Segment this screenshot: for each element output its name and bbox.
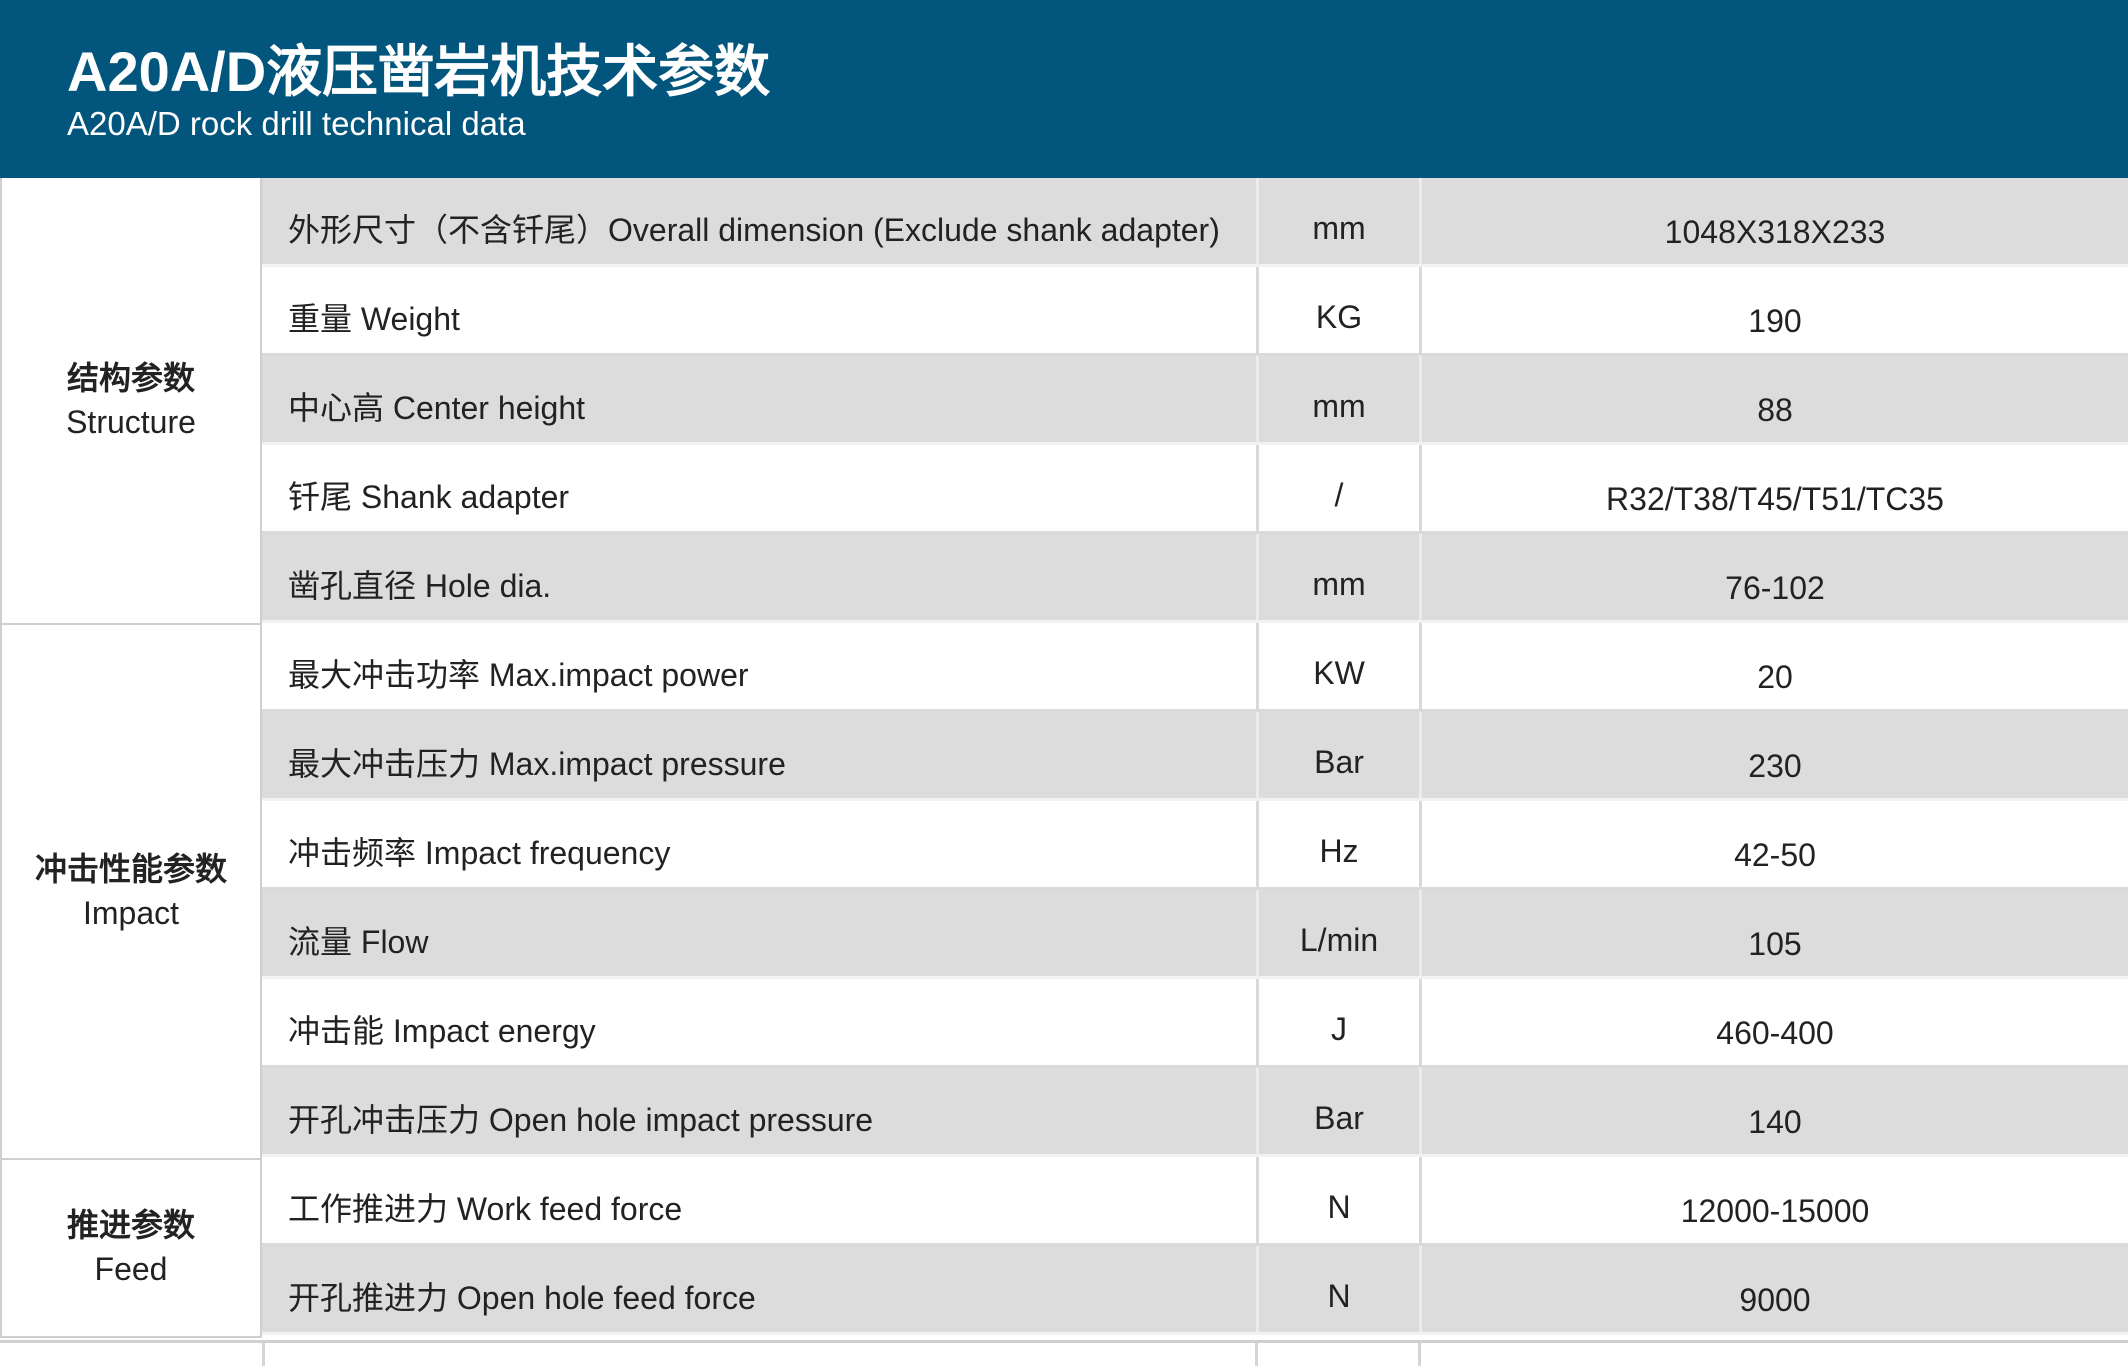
- unit-cell: N: [1256, 1157, 1419, 1243]
- param-cell: 流量 Flow: [288, 924, 429, 960]
- value-cell: 42-50: [1419, 801, 2128, 887]
- table-row: 冲击频率 Impact frequency Hz 42-50: [262, 801, 2128, 890]
- table-row: 凿孔直径 Hole dia. mm 76-102: [262, 534, 2128, 623]
- value-cell: 9000: [1419, 1246, 2128, 1332]
- unit-cell: KW: [1256, 623, 1419, 709]
- param-cell: 中心高 Center height: [288, 390, 586, 426]
- value-cell: 88: [1419, 356, 2128, 442]
- group-feed: 推进参数 Feed: [0, 1160, 262, 1338]
- table-row: 冲击能 Impact energy J 460-400: [262, 979, 2128, 1068]
- unit-cell: /: [1256, 445, 1419, 531]
- value-cell: 190: [1419, 267, 2128, 353]
- table-row: 中心高 Center height mm 88: [262, 356, 2128, 445]
- table-row: 最大冲击功率 Max.impact power KW 20: [262, 623, 2128, 712]
- group-label-en: Impact: [82, 894, 180, 931]
- value-cell: R32/T38/T45/T51/TC35: [1419, 445, 2128, 531]
- value-cell: 140: [1419, 1068, 2128, 1154]
- param-cell: 冲击频率 Impact frequency: [288, 835, 671, 871]
- column-divider: [1418, 1343, 1421, 1366]
- table-row: 工作推进力 Work feed force N 12000-15000: [262, 1157, 2128, 1246]
- group-label-cn: 冲击性能参数: [34, 850, 227, 887]
- value-cell: 20: [1419, 623, 2128, 709]
- param-cell: 凿孔直径 Hole dia.: [288, 568, 552, 604]
- group-label-en: Feed: [94, 1251, 168, 1287]
- group-label-cn: 结构参数: [66, 359, 195, 396]
- table-row: 外形尺寸（不含钎尾）Overall dimension (Exclude sha…: [262, 178, 2128, 267]
- table-row: 钎尾 Shank adapter / R32/T38/T45/T51/TC35: [262, 445, 2128, 534]
- column-divider: [1255, 1343, 1258, 1366]
- group-label-cn: 推进参数: [66, 1207, 195, 1244]
- unit-cell: Bar: [1256, 1068, 1419, 1154]
- group-impact: 冲击性能参数 Impact: [0, 625, 262, 1160]
- page-subtitle: A20A/D rock drill technical data: [67, 105, 526, 142]
- value-cell: 1048X318X233: [1419, 178, 2128, 264]
- unit-cell: L/min: [1256, 890, 1419, 976]
- group-structure: 结构参数 Structure: [0, 178, 262, 625]
- param-cell: 钎尾 Shank adapter: [288, 479, 570, 515]
- param-cell: 外形尺寸（不含钎尾）Overall dimension (Exclude sha…: [288, 212, 1220, 248]
- param-cell: 开孔冲击压力 Open hole impact pressure: [288, 1102, 874, 1138]
- unit-cell: mm: [1256, 178, 1419, 264]
- value-cell: 460-400: [1419, 979, 2128, 1065]
- value-cell: 76-102: [1419, 534, 2128, 620]
- param-cell: 工作推进力 Work feed force: [288, 1191, 683, 1227]
- value-cell: 105: [1419, 890, 2128, 976]
- param-cell: 冲击能 Impact energy: [288, 1013, 596, 1049]
- value-cell: 230: [1419, 712, 2128, 798]
- next-row-edge: [0, 1340, 2128, 1366]
- unit-cell: N: [1256, 1246, 1419, 1332]
- param-cell: 开孔推进力 Open hole feed force: [288, 1280, 756, 1316]
- param-cell: 重量 Weight: [288, 301, 460, 337]
- unit-cell: Bar: [1256, 712, 1419, 798]
- unit-cell: KG: [1256, 267, 1419, 353]
- unit-cell: mm: [1256, 356, 1419, 442]
- technical-data-table: 结构参数 Structure 冲击性能参数 Impact 推进参数 Feed 外…: [0, 178, 2128, 1366]
- param-cell: 最大冲击压力 Max.impact pressure: [288, 746, 786, 782]
- table-row: 最大冲击压力 Max.impact pressure Bar 230: [262, 712, 2128, 801]
- unit-cell: mm: [1256, 534, 1419, 620]
- unit-cell: J: [1256, 979, 1419, 1065]
- value-cell: 12000-15000: [1419, 1157, 2128, 1243]
- table-row: 重量 Weight KG 190: [262, 267, 2128, 356]
- spec-sheet-page: A20A/D液压凿岩机技术参数 A20A/D rock drill techni…: [0, 0, 2128, 1366]
- header-banner: A20A/D液压凿岩机技术参数 A20A/D rock drill techni…: [0, 0, 2128, 178]
- unit-cell: Hz: [1256, 801, 1419, 887]
- table-row: 开孔推进力 Open hole feed force N 9000: [262, 1246, 2128, 1335]
- column-divider: [262, 1343, 265, 1366]
- page-title: A20A/D液压凿岩机技术参数: [67, 40, 771, 103]
- table-row: 开孔冲击压力 Open hole impact pressure Bar 140: [262, 1068, 2128, 1157]
- param-cell: 最大冲击功率 Max.impact power: [288, 657, 749, 693]
- group-label-en: Structure: [66, 403, 196, 440]
- table-row: 流量 Flow L/min 105: [262, 890, 2128, 979]
